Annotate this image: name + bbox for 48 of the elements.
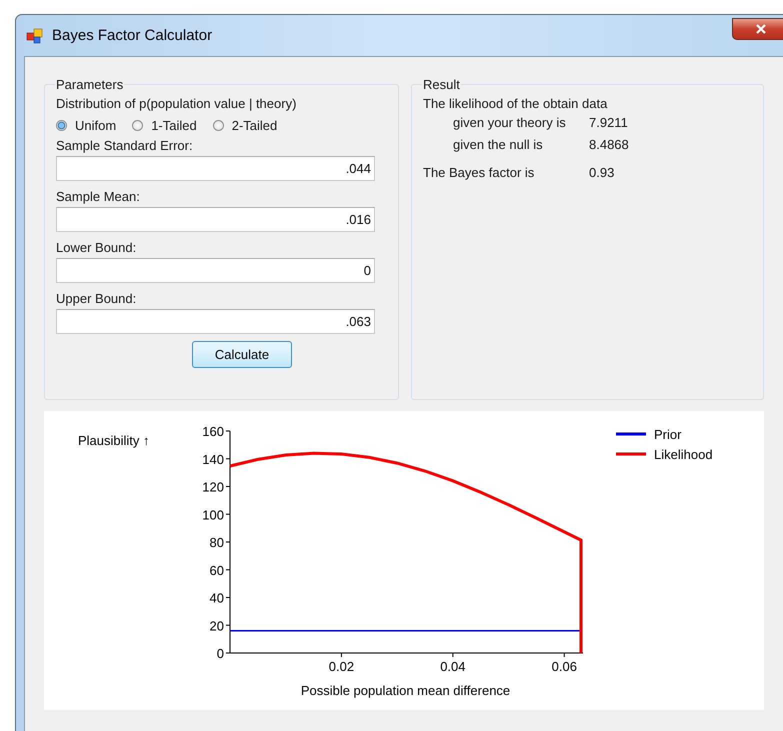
radio-option[interactable]: Unifom xyxy=(56,118,116,133)
y-tick-label: 60 xyxy=(210,562,224,578)
y-axis-label: Plausibility ↑ xyxy=(78,433,150,448)
result-label: given your theory is xyxy=(453,114,567,132)
radio-label: 1-Tailed xyxy=(151,118,197,133)
y-tick-label: 40 xyxy=(210,590,224,606)
result-intro: The likelihood of the obtain data xyxy=(423,95,608,112)
legend-label: Prior xyxy=(654,427,682,442)
input-field[interactable]: .063 xyxy=(56,309,375,334)
radio-button[interactable] xyxy=(56,120,67,131)
x-tick-label: 0.04 xyxy=(440,659,466,674)
y-tick-label: 140 xyxy=(202,452,224,467)
radio-label: 2-Tailed xyxy=(232,118,278,133)
calculate-button[interactable]: Calculate xyxy=(192,341,292,368)
field-label: Sample Standard Error: xyxy=(56,137,194,154)
legend-label: Likelihood xyxy=(654,447,713,462)
window-title: Bayes Factor Calculator xyxy=(52,27,212,44)
result-label: given the null is xyxy=(453,136,544,154)
input-field[interactable]: .016 xyxy=(56,207,375,232)
x-tick-label: 0.06 xyxy=(552,659,577,674)
field-label: Sample Mean: xyxy=(56,188,141,205)
y-tick-label: 100 xyxy=(202,507,224,522)
result-value: 8.4868 xyxy=(589,136,629,154)
field-label: Lower Bound: xyxy=(56,239,138,256)
radio-button[interactable] xyxy=(212,120,224,131)
x-tick-label: 0.02 xyxy=(328,659,354,674)
input-field[interactable]: .044 xyxy=(56,156,375,181)
group-title: Result xyxy=(422,77,461,92)
result-value: 7.9211 xyxy=(589,114,628,132)
radio-option[interactable]: 2-Tailed xyxy=(212,118,278,133)
result-label: The Bayes factor is xyxy=(423,164,536,182)
field-label: Upper Bound: xyxy=(56,290,138,307)
distribution-label: Distribution of p(population value | theory) xyxy=(56,95,298,112)
close-icon xyxy=(755,24,767,34)
x-axis-label: Possible population mean difference xyxy=(300,683,510,698)
radio-option[interactable]: 1-Tailed xyxy=(132,118,197,133)
y-tick-label: 160 xyxy=(202,424,224,439)
close-button[interactable] xyxy=(732,18,783,40)
y-tick-label: 120 xyxy=(202,480,224,494)
input-field[interactable]: 0 xyxy=(56,258,375,283)
radio-button[interactable] xyxy=(132,120,144,131)
y-tick-label: 0 xyxy=(216,646,224,661)
result-value: 0.93 xyxy=(589,164,614,182)
radio-label: Unifom xyxy=(75,118,116,133)
group-title: Parameters xyxy=(55,77,124,92)
y-tick-label: 20 xyxy=(210,618,224,634)
y-tick-label: 80 xyxy=(210,535,224,550)
app-icon xyxy=(26,28,44,44)
